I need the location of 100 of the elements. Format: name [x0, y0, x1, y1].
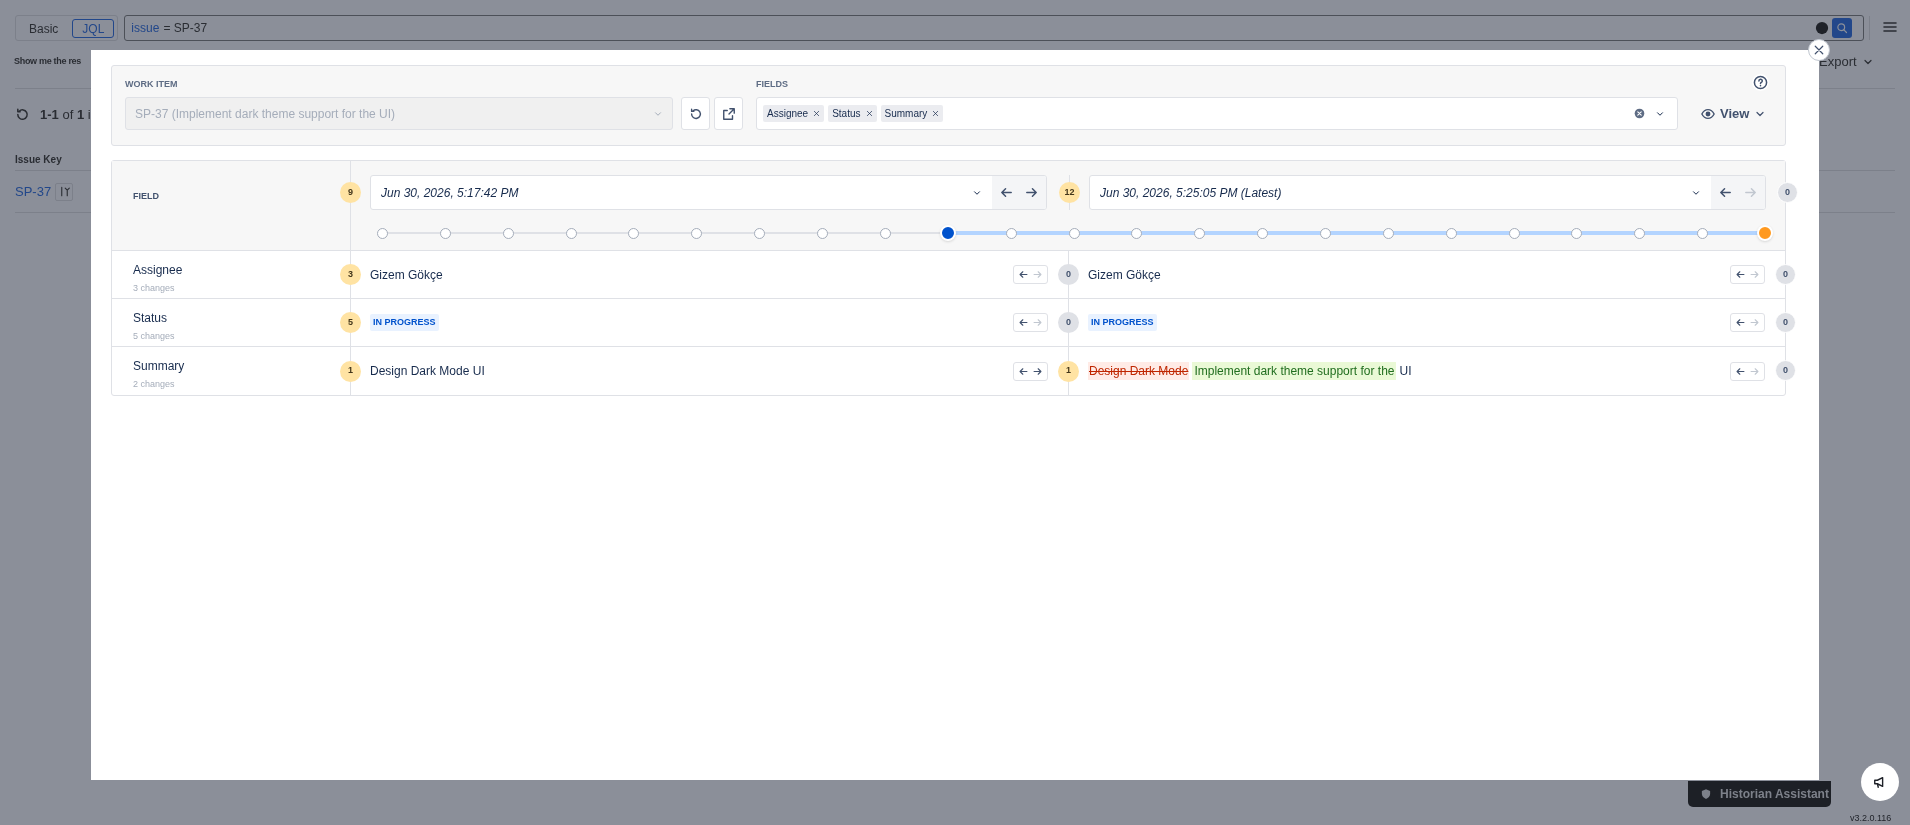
remove-icon[interactable] — [932, 110, 940, 117]
timeline-point[interactable] — [1445, 228, 1457, 239]
left-arrow-icon — [1018, 317, 1029, 328]
timeline-point[interactable] — [1257, 228, 1269, 239]
change-count: 0 — [1775, 264, 1796, 285]
open-external-button[interactable] — [714, 97, 743, 130]
timeline-point[interactable] — [1319, 228, 1331, 239]
timeline-point[interactable] — [377, 228, 388, 239]
right-arrow-icon — [1032, 269, 1043, 280]
previous-button[interactable] — [1735, 365, 1746, 377]
timeline-point[interactable] — [879, 228, 891, 239]
assistant-button[interactable]: Historian Assistant — [1688, 781, 1831, 807]
field-name: Summary — [133, 358, 186, 375]
status-lozenge: IN PROGRESS — [370, 313, 439, 332]
timeline-point[interactable] — [1068, 228, 1080, 239]
shield-icon — [1700, 788, 1712, 800]
status-lozenge: IN PROGRESS — [1088, 313, 1157, 332]
timeline-point[interactable] — [1508, 228, 1520, 239]
right-arrow-icon — [1749, 317, 1760, 328]
remove-icon[interactable] — [865, 110, 873, 117]
change-count: 9 — [340, 182, 361, 203]
timeline-point[interactable] — [1131, 228, 1143, 239]
field-value: UI — [1399, 363, 1412, 380]
left-arrow-icon — [1018, 269, 1029, 280]
timeline-point[interactable] — [1005, 228, 1017, 239]
change-summary: 2 changes — [133, 378, 176, 391]
previous-button[interactable] — [999, 185, 1014, 200]
reset-button[interactable] — [681, 97, 710, 130]
timeline-point[interactable] — [1697, 228, 1709, 239]
previous-button[interactable] — [1018, 269, 1029, 280]
change-count: 0 — [1058, 264, 1079, 285]
timeline-handle[interactable] — [939, 225, 956, 241]
change-count: 3 — [340, 264, 361, 285]
timeline-handle[interactable] — [1757, 225, 1773, 241]
left-arrow-icon — [1735, 317, 1746, 328]
next-button[interactable] — [1024, 185, 1039, 200]
timeline-point[interactable] — [565, 228, 577, 239]
right-arrow-icon — [1749, 269, 1760, 280]
field-label: WORK ITEM — [125, 77, 179, 91]
right-arrow-icon — [1032, 317, 1043, 328]
added-text: Implement dark theme support for the — [1192, 362, 1397, 380]
refresh-icon[interactable] — [15, 107, 30, 123]
issue-link[interactable]: SP-37 — [15, 182, 52, 202]
change-count: 0 — [1775, 360, 1796, 381]
timeline-point[interactable] — [754, 228, 766, 239]
right-arrow-icon — [1743, 185, 1758, 200]
left-arrow-icon — [1018, 365, 1029, 377]
left-arrow-icon — [1735, 269, 1746, 280]
timeline-point[interactable] — [817, 228, 829, 239]
date-select[interactable]: Jun 30, 2026, 5:17:42 PM — [370, 175, 1047, 210]
clear-icon[interactable] — [1634, 108, 1645, 119]
left-arrow-icon — [1718, 185, 1733, 200]
branch-icon — [58, 186, 70, 198]
refresh-icon — [688, 106, 703, 121]
field-tag: Status — [828, 105, 877, 122]
change-count: 0 — [1777, 182, 1798, 203]
timeline-point[interactable] — [1634, 228, 1646, 239]
previous-button[interactable] — [1018, 317, 1029, 328]
version-text: v3.2.0.116 — [1850, 812, 1892, 825]
change-count: 0 — [1058, 312, 1079, 333]
timeline-point[interactable] — [1571, 228, 1583, 239]
timeline-point[interactable] — [439, 228, 451, 239]
change-count: 1 — [1058, 360, 1079, 382]
mode-tab[interactable]: JQL — [72, 18, 115, 38]
previous-button[interactable] — [1018, 365, 1029, 377]
menu-icon[interactable] — [1882, 19, 1898, 35]
left-arrow-icon — [1735, 365, 1746, 377]
change-summary: 5 changes — [133, 330, 176, 343]
change-count: 0 — [1775, 312, 1796, 333]
previous-button[interactable] — [1735, 269, 1746, 280]
change-count: 12 — [1059, 182, 1080, 203]
previous-button[interactable] — [1735, 317, 1746, 328]
field-tag: Summary — [880, 105, 944, 122]
query-field[interactable]: issue = SP-37 — [124, 15, 1865, 41]
timeline-point[interactable] — [1194, 228, 1206, 239]
remove-icon[interactable] — [813, 110, 821, 117]
left-arrow-icon — [999, 185, 1014, 200]
hint-text: Show me the res — [14, 55, 82, 68]
change-summary: 3 changes — [133, 282, 176, 295]
field-name: Assignee — [133, 262, 184, 279]
field-name: Status — [133, 310, 169, 327]
column-header: Issue Key — [15, 153, 62, 167]
right-arrow-icon — [1024, 185, 1039, 200]
timeline-point[interactable] — [628, 228, 640, 239]
next-button[interactable] — [1032, 365, 1043, 377]
timeline-point[interactable] — [691, 228, 703, 239]
timeline-point[interactable] — [502, 228, 514, 239]
announcement-button[interactable] — [1861, 763, 1899, 801]
search-icon — [1836, 22, 1848, 34]
view-button[interactable]: View — [1701, 97, 1767, 130]
timeline-point[interactable] — [1382, 228, 1394, 239]
mode-tab[interactable]: Basic — [19, 18, 69, 38]
fields-select[interactable]: Assignee Status Summary — [756, 97, 1678, 130]
field-label: FIELDS — [756, 77, 789, 91]
eye-icon — [1701, 106, 1715, 121]
history-button[interactable] — [55, 182, 74, 201]
previous-button[interactable] — [1718, 185, 1733, 200]
date-select[interactable]: Jun 30, 2026, 5:25:05 PM (Latest) — [1089, 175, 1766, 210]
right-arrow-icon — [1032, 365, 1043, 377]
change-count: 5 — [340, 312, 361, 333]
